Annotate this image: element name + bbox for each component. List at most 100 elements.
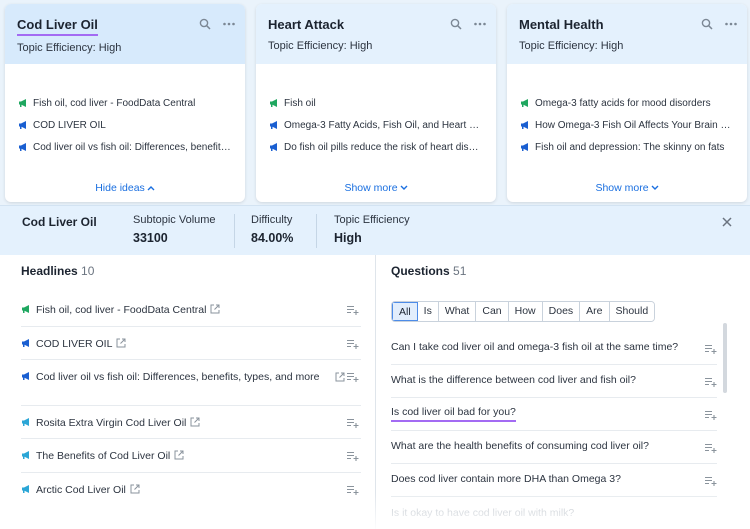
hide-ideas-button[interactable]: Hide ideas [5, 182, 245, 194]
question-text: What are the health benefits of consumin… [391, 440, 649, 452]
add-to-list-icon[interactable] [347, 305, 359, 315]
metric-topic-efficiency: Topic Efficiency High [334, 214, 410, 245]
add-to-list-icon[interactable] [705, 344, 717, 354]
list-item[interactable]: Omega-3 Fatty Acids, Fish Oil, and Heart… [269, 114, 484, 136]
add-to-list-icon[interactable] [705, 443, 717, 453]
list-item[interactable]: Fish oil, cod liver - FoodData Central [18, 92, 233, 114]
question-text: Does cod liver contain more DHA than Ome… [391, 473, 621, 485]
filter-tab-does[interactable]: Does [542, 302, 581, 321]
metric-subtopic-volume: Subtopic Volume 33100 [133, 214, 216, 245]
headline-row[interactable]: Cod liver oil vs fish oil: Differences, … [21, 360, 361, 406]
topic-cards: Cod Liver Oil Topic Efficiency: High Fis… [0, 0, 750, 205]
list-item[interactable]: Fish oil [269, 92, 484, 114]
add-to-list-icon[interactable] [705, 377, 717, 387]
megaphone-icon [521, 143, 528, 151]
headline-text: Cod liver oil vs fish oil: Differences, … [36, 371, 320, 383]
megaphone-icon [22, 372, 29, 380]
list-item[interactable]: Fish oil and depression: The skinny on f… [520, 136, 735, 158]
filter-tab-are[interactable]: Are [580, 302, 610, 321]
close-icon[interactable] [722, 217, 732, 227]
headline-text: The Benefits of Cod Liver Oil [36, 450, 171, 462]
more-icon[interactable] [223, 18, 235, 30]
filter-tab-how[interactable]: How [508, 302, 543, 321]
card-ideas-list: Fish oil, cod liver - FoodData Central C… [5, 64, 245, 158]
metric-label: Difficulty [251, 214, 293, 226]
question-text: Can I take cod liver oil and omega-3 fis… [391, 341, 679, 353]
toggle-label: Hide ideas [95, 182, 145, 194]
list-item[interactable]: Omega-3 fatty acids for mood disorders [520, 92, 735, 114]
question-text: Is cod liver oil bad for you? [391, 406, 516, 422]
topic-card-cod-liver-oil[interactable]: Cod Liver Oil Topic Efficiency: High Fis… [5, 4, 245, 202]
filter-tab-is[interactable]: Is [417, 302, 439, 321]
headlines-list: Fish oil, cod liver - FoodData Central C… [21, 293, 361, 507]
external-link-icon[interactable] [335, 372, 345, 382]
card-title: Heart Attack [268, 17, 345, 32]
megaphone-icon [22, 305, 29, 313]
megaphone-icon [270, 99, 277, 107]
external-link-icon[interactable] [130, 484, 140, 494]
search-icon[interactable] [199, 18, 211, 30]
card-efficiency: Topic Efficiency: High [268, 40, 373, 52]
external-link-icon[interactable] [174, 450, 184, 460]
question-row[interactable]: What is the difference between cod liver… [391, 365, 717, 398]
add-to-list-icon[interactable] [705, 476, 717, 486]
question-row[interactable]: Is it okay to have cod liver oil with mi… [391, 497, 717, 529]
headline-row[interactable]: Fish oil, cod liver - FoodData Central [21, 293, 361, 327]
question-filter-tabs: All Is What Can How Does Are Should [391, 301, 656, 322]
add-to-list-icon[interactable] [347, 372, 359, 382]
external-link-icon[interactable] [116, 338, 126, 348]
filter-tab-what[interactable]: What [438, 302, 477, 321]
card-ideas-list: Fish oil Omega-3 Fatty Acids, Fish Oil, … [256, 64, 496, 158]
question-text: Is it okay to have cod liver oil with mi… [391, 506, 575, 519]
megaphone-icon [270, 121, 277, 129]
idea-text: COD LIVER OIL [33, 119, 106, 131]
idea-text: Fish oil [284, 97, 316, 109]
card-header: Mental Health Topic Efficiency: High [507, 4, 747, 64]
filter-tab-can[interactable]: Can [476, 302, 509, 321]
list-item[interactable]: Cod liver oil vs fish oil: Differences, … [18, 136, 233, 158]
topic-card-heart-attack[interactable]: Heart Attack Topic Efficiency: High Fish… [256, 4, 496, 202]
questions-scrollbar[interactable] [723, 323, 727, 393]
filter-tab-all[interactable]: All [392, 302, 418, 321]
card-header: Cod Liver Oil Topic Efficiency: High [5, 4, 245, 64]
add-to-list-icon[interactable] [347, 339, 359, 349]
list-item[interactable]: Do fish oil pills reduce the risk of hea… [269, 136, 484, 158]
search-icon[interactable] [701, 18, 713, 30]
card-title: Cod Liver Oil [17, 17, 98, 36]
external-link-icon[interactable] [210, 304, 220, 314]
add-to-list-icon[interactable] [347, 485, 359, 495]
toggle-label: Show more [595, 182, 649, 194]
panel-divider [375, 255, 376, 529]
headline-row[interactable]: COD LIVER OIL [21, 327, 361, 360]
headline-text: COD LIVER OIL [36, 338, 113, 350]
metric-label: Subtopic Volume [133, 214, 216, 226]
more-icon[interactable] [474, 18, 486, 30]
add-to-list-icon[interactable] [347, 418, 359, 428]
question-row[interactable]: What are the health benefits of consumin… [391, 431, 717, 464]
megaphone-icon [270, 143, 277, 151]
question-row[interactable]: Is cod liver oil bad for you? [391, 398, 717, 431]
filter-tab-should[interactable]: Should [609, 302, 655, 321]
headline-row[interactable]: Arctic Cod Liver Oil [21, 473, 361, 507]
list-item[interactable]: How Omega-3 Fish Oil Affects Your Brain … [520, 114, 735, 136]
show-more-button[interactable]: Show more [256, 182, 496, 194]
headline-text: Fish oil, cod liver - FoodData Central [36, 304, 207, 316]
more-icon[interactable] [725, 18, 737, 30]
card-efficiency: Topic Efficiency: High [519, 40, 624, 52]
megaphone-icon [521, 99, 528, 107]
headline-row[interactable]: Rosita Extra Virgin Cod Liver Oil [21, 406, 361, 439]
topic-card-mental-health[interactable]: Mental Health Topic Efficiency: High Ome… [507, 4, 747, 202]
question-row[interactable]: Can I take cod liver oil and omega-3 fis… [391, 332, 717, 365]
list-item[interactable]: COD LIVER OIL [18, 114, 233, 136]
idea-text: Omega-3 Fatty Acids, Fish Oil, and Heart… [284, 119, 484, 131]
questions-list: Can I take cod liver oil and omega-3 fis… [391, 332, 717, 529]
card-title: Mental Health [519, 17, 604, 32]
add-to-list-icon[interactable] [347, 451, 359, 461]
questions-heading: Questions 51 [391, 264, 466, 278]
external-link-icon[interactable] [190, 417, 200, 427]
show-more-button[interactable]: Show more [507, 182, 747, 194]
add-to-list-icon[interactable] [705, 410, 717, 420]
search-icon[interactable] [450, 18, 462, 30]
headline-row[interactable]: The Benefits of Cod Liver Oil [21, 439, 361, 473]
question-row[interactable]: Does cod liver contain more DHA than Ome… [391, 464, 717, 497]
